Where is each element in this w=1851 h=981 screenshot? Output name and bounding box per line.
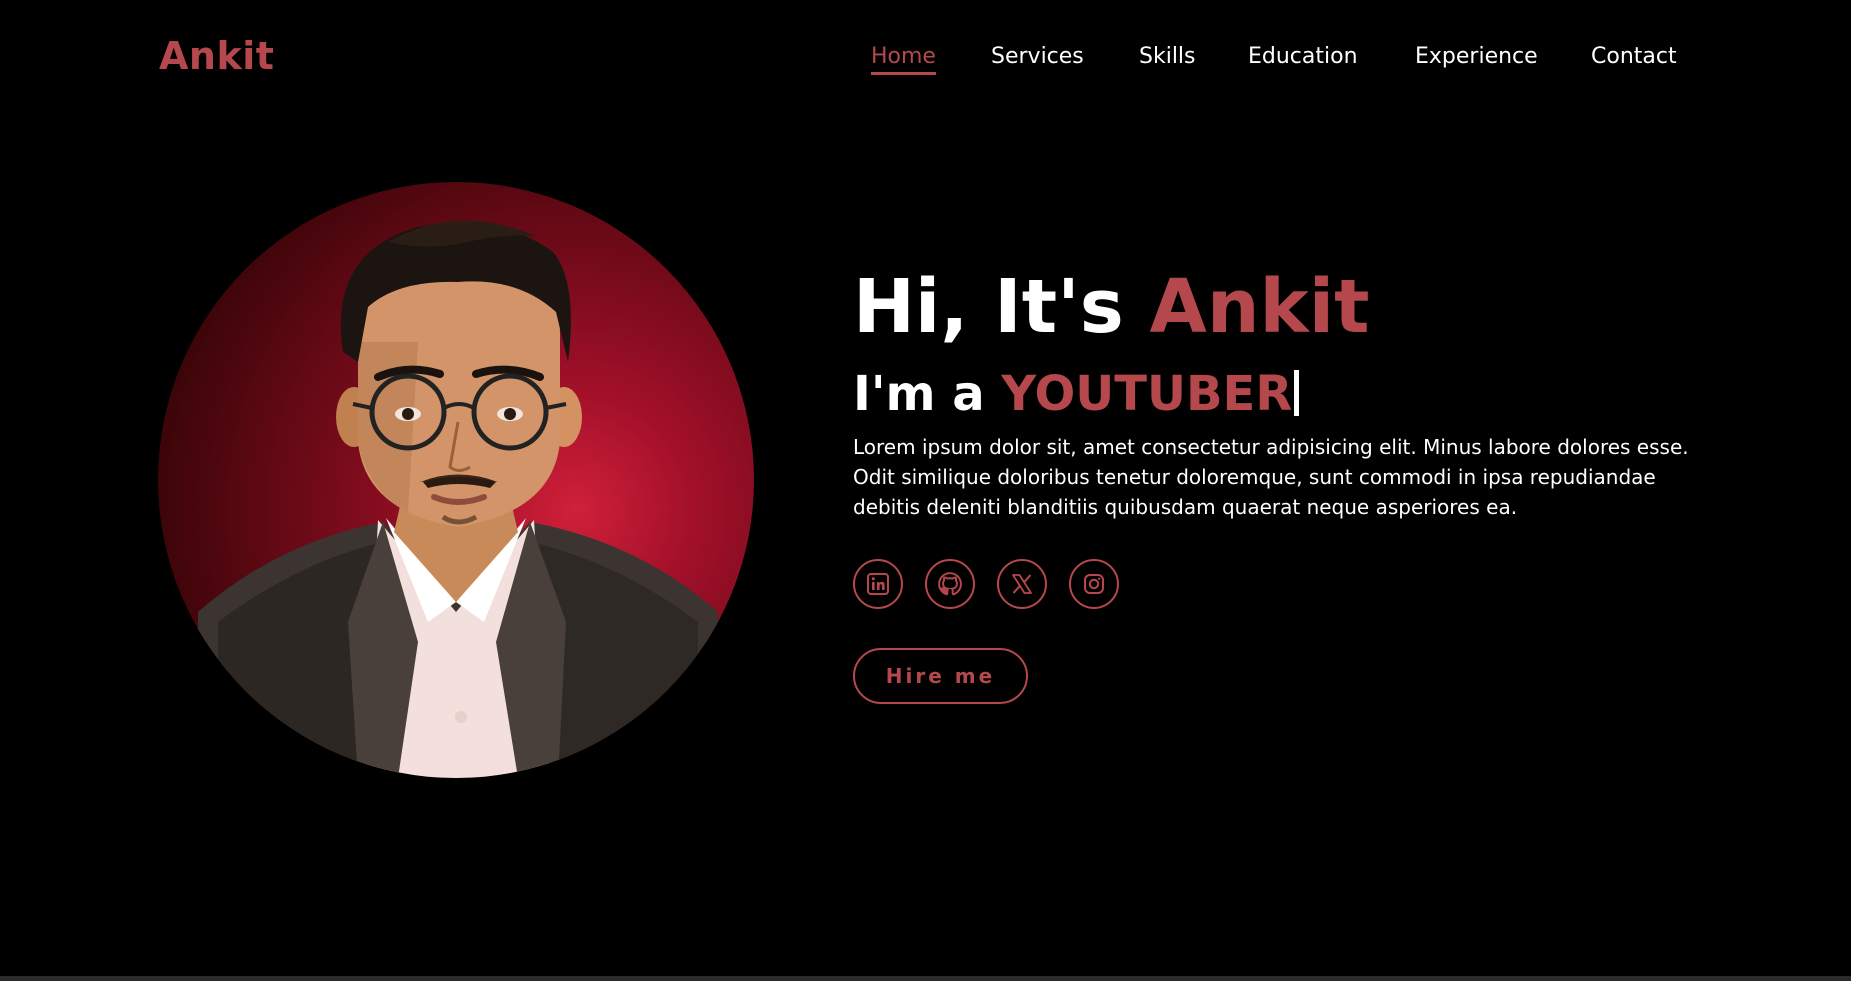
typing-cursor — [1294, 370, 1300, 416]
instagram-icon — [1084, 574, 1104, 594]
linkedin-icon — [867, 573, 889, 595]
profile-photo — [158, 182, 754, 778]
nav-item-label: Skills — [1139, 44, 1196, 69]
social-links — [853, 559, 1153, 611]
hero-heading: Hi, It's Ankit — [853, 262, 1369, 352]
nav-item-services[interactable]: Services — [991, 40, 1084, 74]
nav-item-label: Experience — [1415, 44, 1538, 69]
nav-item-experience[interactable]: Experience — [1415, 40, 1538, 74]
github-icon — [938, 572, 962, 596]
nav-item-contact[interactable]: Contact — [1591, 40, 1677, 74]
linkedin-link[interactable] — [853, 559, 903, 609]
portrait-illustration — [198, 220, 718, 778]
active-nav-underline — [871, 72, 936, 75]
x-twitter-icon — [1012, 574, 1032, 594]
hero-name: Ankit — [1149, 264, 1370, 350]
horizontal-scrollbar[interactable] — [0, 976, 1851, 981]
nav-item-label: Services — [991, 44, 1084, 69]
nav-item-label: Education — [1248, 44, 1358, 69]
hero-role-line: I'm a YOUTUBER — [853, 362, 1300, 426]
hero-greeting: Hi, It's — [853, 264, 1150, 350]
nav-item-home[interactable]: Home — [871, 40, 936, 75]
nav-item-skills[interactable]: Skills — [1139, 40, 1196, 74]
nav-item-label: Home — [871, 44, 936, 69]
x-twitter-link[interactable] — [997, 559, 1047, 609]
page: Ankit Home Services Skills Education Exp… — [0, 0, 1851, 981]
hire-me-button[interactable]: Hire me — [853, 648, 1028, 704]
instagram-link[interactable] — [1069, 559, 1119, 609]
nav-item-education[interactable]: Education — [1248, 40, 1358, 74]
hero-description: Lorem ipsum dolor sit, amet consectetur … — [853, 435, 1689, 519]
hero-role-prefix: I'm a — [853, 366, 1002, 422]
nav-item-label: Contact — [1591, 44, 1677, 69]
site-logo[interactable]: Ankit — [159, 32, 274, 80]
github-link[interactable] — [925, 559, 975, 609]
hero-role: YOUTUBER — [1001, 366, 1293, 422]
